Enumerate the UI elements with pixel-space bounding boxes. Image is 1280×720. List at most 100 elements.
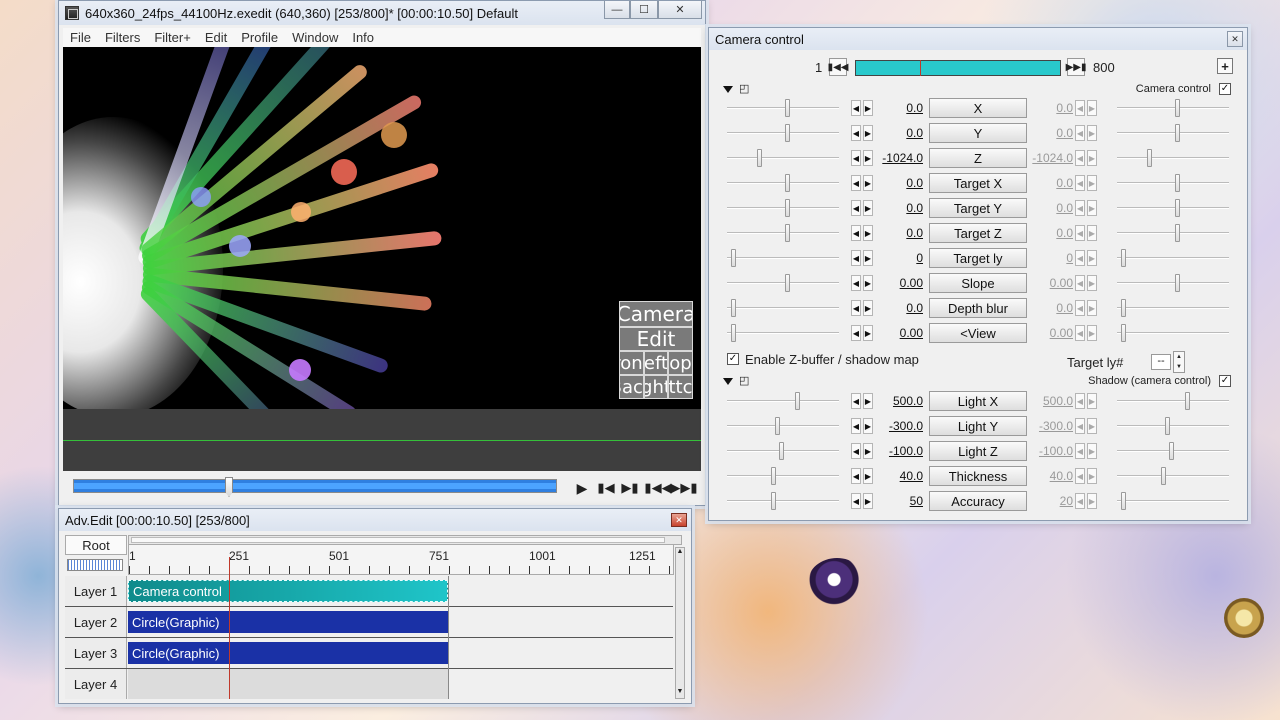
param-name-button[interactable]: Y [929, 123, 1027, 143]
param-slider-thumb[interactable] [1175, 174, 1180, 192]
param-slider-left[interactable] [727, 257, 839, 259]
increment-arrow-icon[interactable]: ▶ [863, 225, 873, 241]
param-slider-left[interactable] [727, 132, 839, 134]
param-slider-right[interactable] [1117, 425, 1229, 427]
param-end-value[interactable]: 20 [1027, 494, 1073, 508]
circle-clip[interactable]: Circle(Graphic) [128, 611, 448, 633]
param-name-button[interactable]: Depth blur [929, 298, 1027, 318]
param-name-button[interactable]: X [929, 98, 1027, 118]
increment-arrow-icon[interactable]: ▶ [863, 443, 873, 459]
right-overlay-button[interactable]: ght [644, 375, 668, 399]
increment-arrow-icon[interactable]: ▶ [863, 200, 873, 216]
v-scrollbar[interactable]: ▲ ▼ [675, 547, 685, 699]
camera-control-titlebar[interactable]: Camera control [709, 28, 1247, 50]
param-end-value[interactable]: -100.0 [1027, 444, 1073, 458]
increment-arrow-icon[interactable]: ▶ [1087, 250, 1097, 266]
param-name-button[interactable]: Light Y [929, 416, 1027, 436]
menu-window[interactable]: Window [285, 30, 345, 45]
param-end-value[interactable]: 0.0 [1027, 176, 1073, 190]
section-shadow-checkbox[interactable]: ✓ [1219, 375, 1231, 387]
increment-arrow-icon[interactable]: ▶ [1087, 225, 1097, 241]
param-start-value[interactable]: -300.0 [875, 419, 923, 433]
param-end-value[interactable]: 0.0 [1027, 226, 1073, 240]
root-button[interactable]: Root [65, 535, 127, 555]
decrement-arrow-icon[interactable]: ◀ [1075, 250, 1085, 266]
increment-arrow-icon[interactable]: ▶ [863, 125, 873, 141]
back-overlay-button[interactable]: Back [619, 375, 644, 399]
param-slider-thumb[interactable] [1175, 199, 1180, 217]
bottom-overlay-button[interactable]: ttc [668, 375, 693, 399]
param-start-value[interactable]: 0.0 [875, 101, 923, 115]
decrement-arrow-icon[interactable]: ◀ [851, 443, 861, 459]
decrement-arrow-icon[interactable]: ◀ [851, 418, 861, 434]
param-start-value[interactable]: 0.00 [875, 326, 923, 340]
section-camera-checkbox[interactable]: ✓ [1219, 83, 1231, 95]
front-overlay-button[interactable]: ront [619, 351, 644, 375]
increment-arrow-icon[interactable]: ▶ [863, 100, 873, 116]
param-slider-left[interactable] [727, 157, 839, 159]
maximize-button[interactable]: ☐ [630, 1, 658, 19]
param-slider-right[interactable] [1117, 500, 1229, 502]
param-slider-thumb[interactable] [757, 149, 762, 167]
add-button[interactable]: + [1217, 58, 1233, 74]
play-button[interactable]: ▶ [571, 478, 593, 498]
layer-header[interactable]: Layer 4 [65, 669, 127, 699]
decrement-arrow-icon[interactable]: ◀ [1075, 300, 1085, 316]
decrement-arrow-icon[interactable]: ◀ [851, 150, 861, 166]
target-layer-spinner[interactable]: ▲ ▼ [1173, 351, 1185, 373]
param-slider-right[interactable] [1117, 400, 1229, 402]
playhead-line[interactable] [229, 557, 230, 699]
param-slider-right[interactable] [1117, 257, 1229, 259]
layer-track[interactable]: Circle(Graphic) [128, 607, 673, 637]
decrement-arrow-icon[interactable]: ◀ [851, 125, 861, 141]
layer-row-2[interactable]: Layer 2 Circle(Graphic) [65, 607, 673, 638]
scroll-up-icon[interactable]: ▲ [676, 548, 684, 558]
go-start-button[interactable]: ▮◀◀ [644, 478, 671, 498]
minimize-button[interactable]: — [604, 1, 630, 19]
param-name-button[interactable]: Target Z [929, 223, 1027, 243]
layer-row-3[interactable]: Layer 3 Circle(Graphic) [65, 638, 673, 669]
next-frame-button[interactable]: ▶▮ [619, 478, 641, 498]
increment-arrow-icon[interactable]: ▶ [1087, 393, 1097, 409]
param-slider-thumb[interactable] [1175, 274, 1180, 292]
param-slider-thumb[interactable] [731, 249, 736, 267]
param-end-value[interactable]: 0.0 [1027, 201, 1073, 215]
param-end-value[interactable]: 0.0 [1027, 301, 1073, 315]
param-slider-right[interactable] [1117, 232, 1229, 234]
param-slider-right[interactable] [1117, 307, 1229, 309]
param-name-button[interactable]: Z [929, 148, 1027, 168]
param-slider-thumb[interactable] [779, 442, 784, 460]
increment-arrow-icon[interactable]: ▶ [1087, 175, 1097, 191]
menu-filter-plus[interactable]: Filter+ [147, 30, 197, 45]
decrement-arrow-icon[interactable]: ◀ [1075, 200, 1085, 216]
param-slider-thumb[interactable] [1185, 392, 1190, 410]
param-slider-thumb[interactable] [1175, 224, 1180, 242]
param-name-button[interactable]: Target Y [929, 198, 1027, 218]
param-slider-thumb[interactable] [785, 99, 790, 117]
increment-arrow-icon[interactable]: ▶ [1087, 150, 1097, 166]
param-slider-thumb[interactable] [1147, 149, 1152, 167]
param-slider-right[interactable] [1117, 207, 1229, 209]
increment-arrow-icon[interactable]: ▶ [863, 175, 873, 191]
seek-track[interactable] [73, 479, 557, 493]
increment-arrow-icon[interactable]: ▶ [1087, 275, 1097, 291]
circle-clip[interactable]: Circle(Graphic) [128, 642, 448, 664]
param-end-value[interactable]: 40.0 [1027, 469, 1073, 483]
param-slider-right[interactable] [1117, 157, 1229, 159]
decrement-arrow-icon[interactable]: ◀ [851, 225, 861, 241]
layer-header[interactable]: Layer 3 [65, 638, 127, 668]
adv-edit-titlebar[interactable]: Adv.Edit [00:00:10.50] [253/800] [59, 509, 691, 531]
target-layer-field[interactable]: -- [1151, 354, 1171, 370]
param-slider-left[interactable] [727, 207, 839, 209]
decrement-arrow-icon[interactable]: ◀ [1075, 443, 1085, 459]
param-slider-right[interactable] [1117, 282, 1229, 284]
decrement-arrow-icon[interactable]: ◀ [851, 100, 861, 116]
param-start-value[interactable]: 0.0 [875, 201, 923, 215]
increment-arrow-icon[interactable]: ▶ [1087, 200, 1097, 216]
param-slider-right[interactable] [1117, 107, 1229, 109]
decrement-arrow-icon[interactable]: ◀ [1075, 493, 1085, 509]
param-slider-thumb[interactable] [785, 224, 790, 242]
param-name-button[interactable]: Light X [929, 391, 1027, 411]
param-start-value[interactable]: 40.0 [875, 469, 923, 483]
decrement-arrow-icon[interactable]: ◀ [1075, 100, 1085, 116]
